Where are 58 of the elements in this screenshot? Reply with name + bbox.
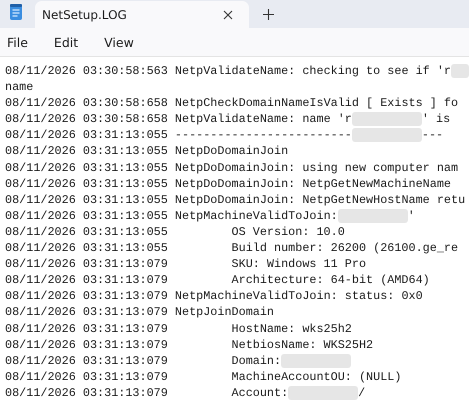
log-message: Architecture: 64-bit (AMD64) — [232, 272, 430, 288]
log-timestamp: 08/11/2026 03:30:58:658 — [5, 95, 168, 112]
log-message: NetpCheckDomainNameIsValid [ Exists ] fo — [174, 95, 458, 112]
log-message: HostName: wks25h2 — [232, 320, 352, 337]
redaction-blur — [451, 64, 469, 78]
log-message: --- — [422, 127, 444, 144]
log-timestamp: 08/11/2026 03:31:13:079 — [5, 352, 168, 369]
log-message: Account: — [232, 384, 288, 401]
log-timestamp: 08/11/2026 03:31:13:079 — [5, 304, 168, 320]
log-message: ' — [408, 208, 415, 224]
log-message: NetpValidateName: checking to see if 'r — [174, 63, 451, 80]
log-message: NetbiosName: WKS25H2 — [232, 336, 374, 353]
log-timestamp: 08/11/2026 03:30:58:563 — [5, 63, 168, 80]
redaction-blur — [352, 112, 422, 126]
menu-item[interactable]: Edit — [54, 34, 78, 50]
log-timestamp: 08/11/2026 03:31:13:079 — [5, 320, 168, 337]
log-message: NetpDoDomainJoin: NetpGetNewHostName retu — [174, 192, 466, 208]
log-message: ------------------------- — [174, 127, 352, 144]
log-timestamp: 08/11/2026 03:31:13:079 — [5, 288, 168, 304]
log-message: SKU: Windows 11 Pro — [232, 256, 366, 272]
redaction-blur — [288, 386, 358, 400]
log-timestamp: 08/11/2026 03:31:13:079 — [5, 256, 168, 272]
log-message: name — [5, 79, 34, 96]
notepad-icon — [9, 2, 23, 20]
file-tab[interactable]: NetSetup.LOG — [35, 1, 249, 28]
log-message: OS Version: 10.0 — [232, 224, 345, 240]
log-timestamp: 08/11/2026 03:31:13:079 — [5, 272, 168, 288]
log-message: Domain: — [232, 352, 282, 369]
log-timestamp: 08/11/2026 03:31:13:055 — [5, 240, 168, 256]
menu-item[interactable]: View — [104, 34, 134, 50]
log-timestamp: 08/11/2026 03:31:13:055 — [5, 224, 168, 240]
log-timestamp: 08/11/2026 03:31:13:079 — [5, 336, 168, 353]
log-message: NetpDoDomainJoin: using new computer nam — [174, 160, 458, 176]
redaction-blur — [338, 208, 408, 223]
log-timestamp: 08/11/2026 03:31:13:055 — [5, 127, 168, 144]
log-timestamp: 08/11/2026 03:30:58:658 — [5, 111, 168, 128]
log-message: NetpJoinDomain — [174, 304, 274, 320]
log-message: Build number: 26200 (26100.ge_re — [232, 240, 458, 256]
log-timestamp: 08/11/2026 03:31:13:055 — [5, 160, 168, 176]
log-message: NetpMachineValidToJoin: — [174, 208, 338, 224]
log-timestamp: 08/11/2026 03:31:13:079 — [5, 384, 168, 401]
log-timestamp: 08/11/2026 03:31:13:055 — [5, 208, 168, 224]
log-message: NetpMachineValidToJoin: status: 0x0 — [174, 288, 423, 304]
log-timestamp: 08/11/2026 03:31:13:079 — [5, 368, 168, 385]
close-icon[interactable] — [223, 10, 233, 20]
menu-item[interactable]: File — [7, 34, 28, 50]
log-message: NetpDoDomainJoin — [174, 143, 288, 160]
log-timestamp: 08/11/2026 03:31:13:055 — [5, 176, 168, 192]
log-message: / — [358, 384, 366, 401]
log-message: NetpValidateName: name 'r — [174, 111, 352, 128]
log-timestamp: 08/11/2026 03:31:13:055 — [5, 143, 168, 160]
log-message: ' is — [422, 111, 450, 128]
redaction-blur — [352, 128, 422, 142]
log-message: NetpDoDomainJoin: NetpGetNewMachineName — [174, 176, 451, 192]
log-message: MachineAccountOU: (NULL) — [232, 368, 402, 385]
redaction-blur — [281, 354, 352, 368]
log-timestamp: 08/11/2026 03:31:13:055 — [5, 192, 168, 208]
new-tab-icon[interactable] — [263, 9, 274, 20]
